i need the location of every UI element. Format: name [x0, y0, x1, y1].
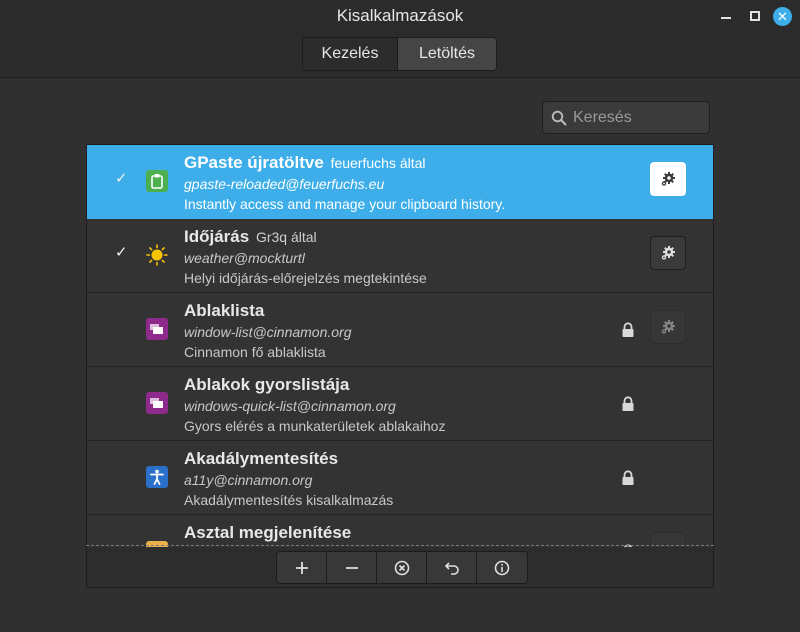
applet-name: Ablakok gyorslistája: [184, 375, 350, 394]
tab-manage[interactable]: Kezelés: [303, 38, 398, 70]
remove-button[interactable]: [327, 552, 377, 583]
applet-name: GPaste újratöltve: [184, 153, 324, 172]
applet-uuid: a11y@cinnamon.org: [184, 472, 313, 488]
minimize-icon: [721, 17, 731, 19]
remove-circle-icon: [394, 560, 409, 575]
applet-description: Instantly access and manage your clipboa…: [184, 196, 506, 212]
applet-description: Helyi időjárás-előrejelzés megtekintése: [184, 270, 427, 286]
gear-icon: [661, 172, 675, 186]
applet-uuid: window-list@cinnamon.org: [184, 324, 352, 340]
window-list-icon: [146, 318, 168, 340]
list-scroll-edge: [86, 545, 714, 546]
lock-icon: [622, 396, 634, 411]
applet-row-a11y[interactable]: Akadálymentesítés a11y@cinnamon.org Akad…: [87, 441, 713, 515]
applet-row-weather[interactable]: ✓ Időjárás Gr3q által weather@mockturtl …: [87, 219, 713, 293]
undo-icon: [444, 561, 459, 575]
window-list-icon: [146, 392, 168, 414]
maximize-icon: [750, 11, 760, 21]
restore-button[interactable]: [427, 552, 477, 583]
applet-description: Cinnamon fő ablaklista: [184, 344, 326, 360]
applet-row-windows-quick-list[interactable]: Ablakok gyorslistája windows-quick-list@…: [87, 367, 713, 441]
applet-name: Időjárás: [184, 227, 250, 246]
info-icon: [494, 560, 510, 575]
applet-uuid: gpaste-reloaded@feuerfuchs.eu: [184, 176, 385, 192]
configure-button[interactable]: [650, 162, 686, 196]
applet-name: Akadálymentesítés: [184, 449, 339, 468]
accessibility-icon: [146, 466, 168, 488]
lock-icon: [622, 470, 634, 485]
minus-icon: [345, 566, 358, 569]
search-field[interactable]: [542, 101, 710, 134]
applet-uuid: weather@mockturtl: [184, 250, 305, 266]
applet-author: feuerfuchs által: [330, 155, 426, 171]
title-bar: Kisalkalmazások ✕ Kezelés Letöltés: [0, 0, 800, 78]
search-input[interactable]: [573, 108, 703, 127]
applet-description: Gyors elérés a munkaterületek ablakaihoz: [184, 418, 446, 434]
configure-button[interactable]: [650, 236, 686, 270]
plus-icon: [295, 561, 308, 574]
lock-icon: [622, 322, 634, 337]
applet-author: Gr3q által: [255, 229, 317, 245]
close-icon: ✕: [777, 8, 788, 24]
applet-row-window-list[interactable]: Ablaklista window-list@cinnamon.org Cinn…: [87, 293, 713, 367]
applet-row-show-desktop[interactable]: Asztal megjelenítése: [87, 515, 713, 547]
bottom-toolbar: [86, 547, 714, 588]
gear-icon: [661, 246, 675, 260]
search-icon: [551, 110, 567, 125]
enabled-check-icon: ✓: [115, 244, 128, 261]
maximize-button[interactable]: [746, 7, 764, 25]
configure-button[interactable]: [650, 310, 686, 344]
close-button[interactable]: ✕: [773, 7, 792, 26]
applet-name: Ablaklista: [184, 301, 265, 320]
sun-icon: [146, 244, 168, 266]
about-button[interactable]: [477, 552, 527, 583]
clipboard-icon: [146, 170, 168, 192]
window-title: Kisalkalmazások: [336, 6, 464, 25]
applet-name: Asztal megjelenítése: [184, 523, 352, 542]
applet-uuid: windows-quick-list@cinnamon.org: [184, 398, 396, 414]
applet-row-gpaste[interactable]: ✓ GPaste újratöltve feuerfuchs által gpa…: [87, 145, 713, 219]
enabled-check-icon: ✓: [115, 170, 128, 187]
tab-switcher: Kezelés Letöltés: [302, 37, 497, 71]
applet-list[interactable]: ✓ GPaste újratöltve feuerfuchs által gpa…: [86, 144, 714, 547]
gear-icon: [661, 320, 675, 334]
add-button[interactable]: [277, 552, 327, 583]
minimize-button[interactable]: [717, 7, 735, 25]
applet-description: Akadálymentesítés kisalkalmazás: [184, 492, 394, 508]
tab-download[interactable]: Letöltés: [398, 38, 496, 70]
toolbar-button-group: [276, 551, 528, 584]
uninstall-button[interactable]: [377, 552, 427, 583]
